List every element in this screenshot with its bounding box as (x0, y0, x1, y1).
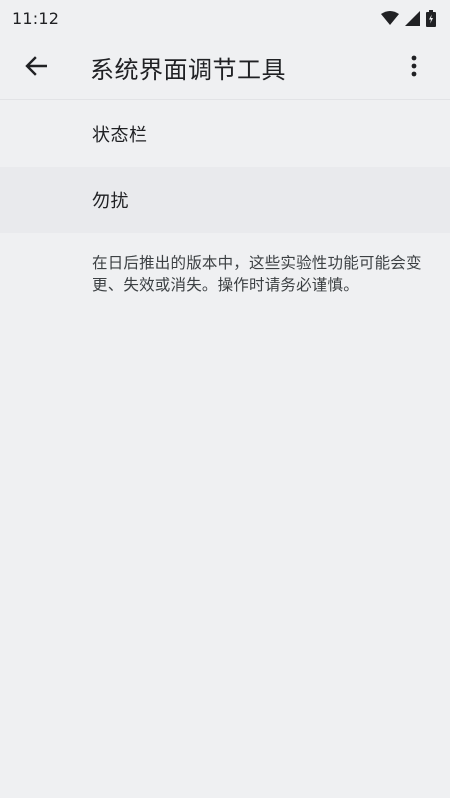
list-item-label: 勿扰 (92, 191, 129, 212)
more-vert-icon (411, 55, 417, 81)
wifi-icon (381, 11, 399, 25)
list-item-do-not-disturb[interactable]: 勿扰 (0, 167, 450, 233)
screen: 11:12 系统界面调节工具 状态栏 勿扰 在日后推出的版本中，这些实验性功能可… (0, 0, 450, 798)
page-title: 系统界面调节工具 (90, 56, 286, 84)
app-bar: 系统界面调节工具 (0, 36, 450, 100)
status-time: 11:12 (12, 8, 60, 28)
settings-list: 状态栏 勿扰 (0, 101, 450, 233)
battery-icon (426, 9, 436, 27)
status-bar: 11:12 (0, 0, 450, 36)
list-item-status-bar[interactable]: 状态栏 (0, 101, 450, 167)
status-icons (381, 9, 436, 27)
list-item-label: 状态栏 (92, 125, 148, 146)
back-button[interactable] (0, 36, 72, 100)
warning-note: 在日后推出的版本中，这些实验性功能可能会变更、失效或消失。操作时请务必谨慎。 (92, 254, 422, 294)
overflow-menu-button[interactable] (390, 44, 438, 92)
signal-icon (405, 10, 420, 26)
arrow-back-icon (25, 55, 48, 80)
